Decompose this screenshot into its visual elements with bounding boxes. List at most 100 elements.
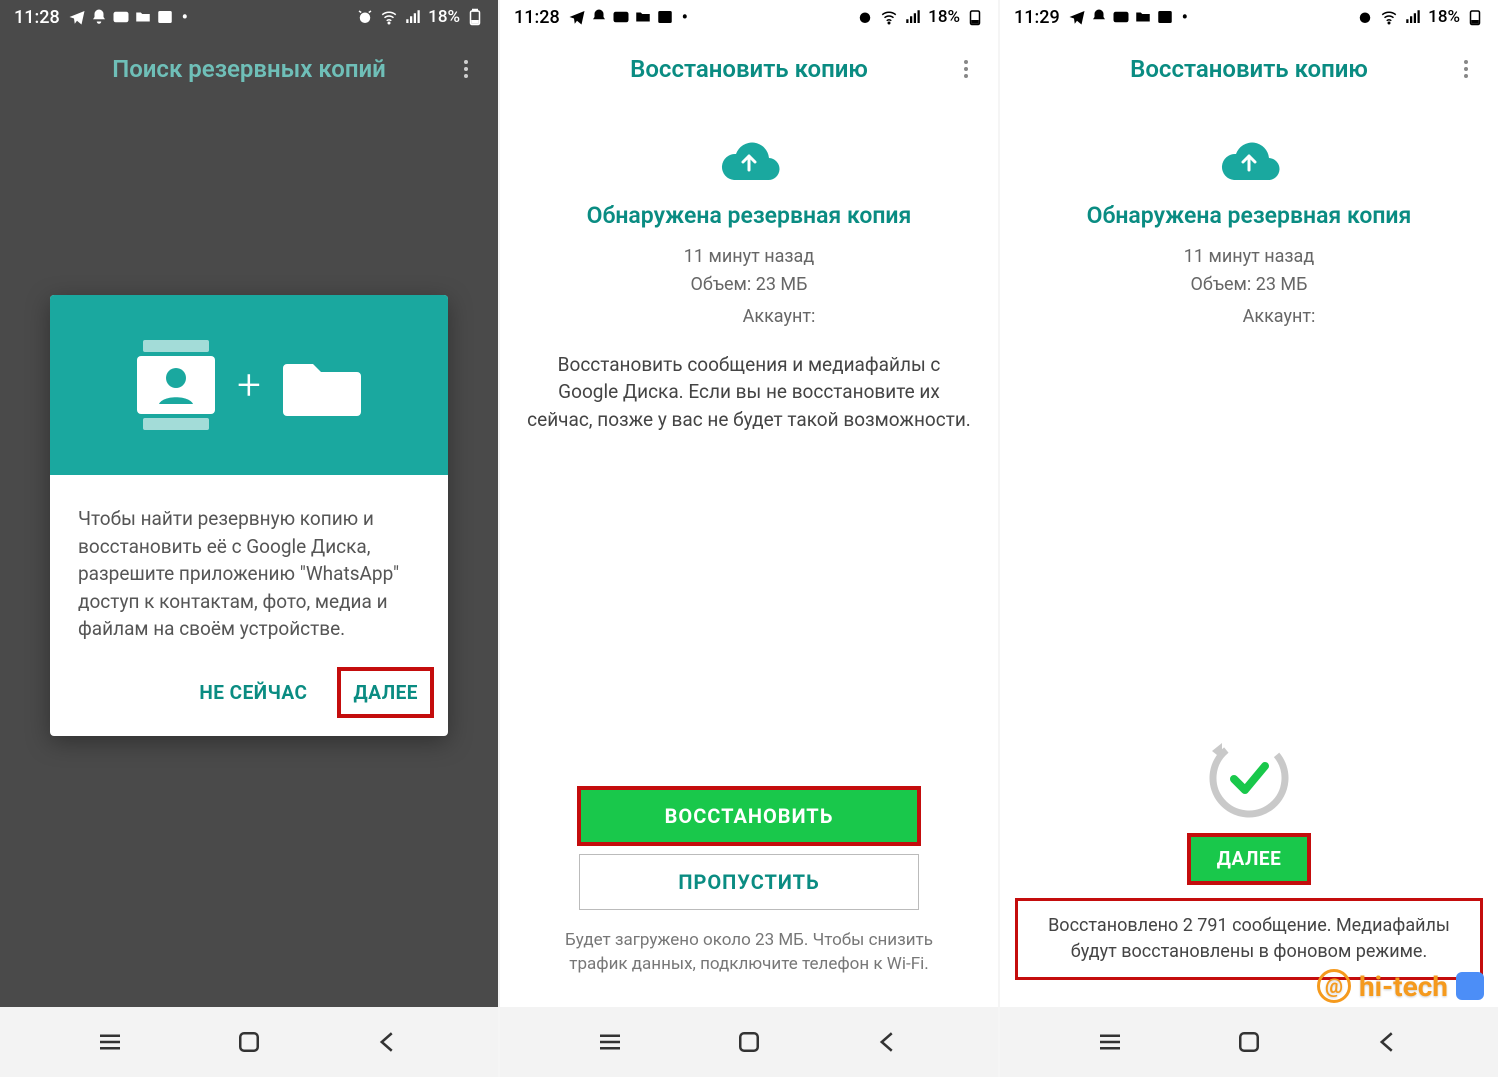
signal-icon xyxy=(404,8,422,26)
back-icon[interactable] xyxy=(373,1027,403,1057)
telegram-icon xyxy=(1068,8,1086,26)
contacts-stack-icon xyxy=(137,340,215,430)
app-header: Поиск резервных копий xyxy=(0,34,498,104)
overflow-menu[interactable] xyxy=(452,55,480,83)
youtube-icon xyxy=(1112,8,1130,26)
home-icon[interactable] xyxy=(1234,1027,1264,1057)
folder-icon xyxy=(134,8,152,26)
battery-text: 18% xyxy=(428,7,460,27)
page-title: Поиск резервных копий xyxy=(112,55,386,83)
back-icon[interactable] xyxy=(1373,1027,1403,1057)
restored-message: Восстановлено 2 791 сообщение. Медиафайл… xyxy=(1018,901,1480,977)
bell-icon xyxy=(90,8,108,26)
status-left-icons xyxy=(1068,8,1174,26)
next-button[interactable]: ДАЛЕЕ xyxy=(1189,835,1309,883)
status-left-icons xyxy=(68,8,174,26)
alarm-icon xyxy=(1356,8,1374,26)
more-indicator: • xyxy=(182,7,188,28)
recents-icon[interactable] xyxy=(95,1027,125,1057)
back-icon[interactable] xyxy=(873,1027,903,1057)
overflow-menu[interactable] xyxy=(1452,55,1480,83)
signal-icon xyxy=(904,8,922,26)
dialog-illustration: + xyxy=(50,295,448,475)
backup-account-label: Аккаунт: xyxy=(683,303,816,331)
status-bar: 11:28 • 18% xyxy=(0,0,498,34)
nav-bar xyxy=(1000,1007,1498,1077)
backup-desc: Восстановить сообщения и медиафайлы с Go… xyxy=(524,351,974,434)
cloud-upload-icon xyxy=(714,134,784,184)
backup-when: 11 минут назад xyxy=(1183,243,1316,271)
status-time: 11:28 xyxy=(14,7,60,28)
battery-text: 18% xyxy=(928,7,960,27)
image-icon xyxy=(656,8,674,26)
backup-when: 11 минут назад xyxy=(683,243,816,271)
cloud-upload-icon xyxy=(1214,134,1284,184)
recents-icon[interactable] xyxy=(595,1027,625,1057)
battery-icon xyxy=(966,8,984,26)
battery-icon xyxy=(466,8,484,26)
phone-screen-1: 11:28 • 18% Поиск резервных копий xyxy=(0,0,498,1077)
restore-button[interactable]: ВОССТАНОВИТЬ xyxy=(579,788,919,844)
status-bar: 11:29 • 18% xyxy=(1000,0,1498,34)
more-vert-icon xyxy=(454,57,478,81)
footer-note: Будет загружено около 23 МБ. Чтобы снизи… xyxy=(524,928,974,1007)
backup-meta: 11 минут назад Объем: 23 МБ Аккаунт: xyxy=(1183,243,1316,331)
wifi-icon xyxy=(1380,8,1398,26)
overflow-menu[interactable] xyxy=(952,55,980,83)
backup-size: Объем: 23 МБ xyxy=(683,271,816,299)
dialog-body: Чтобы найти резервную копию и восстанови… xyxy=(50,475,448,657)
phone-screen-3: 11:29 • 18% Восстановить копию xyxy=(1000,0,1498,1077)
permission-dialog: + Чтобы найти резервную копию и восстано… xyxy=(50,295,448,736)
page-title: Восстановить копию xyxy=(1130,55,1368,83)
battery-icon xyxy=(1466,8,1484,26)
status-time: 11:28 xyxy=(514,7,560,28)
telegram-icon xyxy=(68,8,86,26)
home-icon[interactable] xyxy=(234,1027,264,1057)
folder-icon xyxy=(1134,8,1152,26)
folder-icon xyxy=(634,8,652,26)
watermark: @ hi-tech xyxy=(1317,969,1484,1003)
alarm-icon xyxy=(856,8,874,26)
telegram-icon xyxy=(568,8,586,26)
more-vert-icon xyxy=(954,57,978,81)
more-indicator: • xyxy=(682,7,688,28)
backup-account-label: Аккаунт: xyxy=(1183,303,1316,331)
vk-icon xyxy=(1456,972,1484,1000)
folder-large-icon xyxy=(283,354,361,416)
phone-screen-2: 11:28 • 18% Восстановить копию xyxy=(500,0,998,1077)
alarm-icon xyxy=(356,8,374,26)
skip-button[interactable]: ПРОПУСТИТЬ xyxy=(579,854,919,910)
image-icon xyxy=(156,8,174,26)
more-indicator: • xyxy=(1182,7,1188,28)
backup-size: Объем: 23 МБ xyxy=(1183,271,1316,299)
signal-icon xyxy=(1404,8,1422,26)
bell-icon xyxy=(590,8,608,26)
recents-icon[interactable] xyxy=(1095,1027,1125,1057)
nav-bar xyxy=(0,1007,498,1077)
backup-found-title: Обнаружена резервная копия xyxy=(587,202,912,229)
youtube-icon xyxy=(112,8,130,26)
status-time: 11:29 xyxy=(1014,7,1060,28)
youtube-icon xyxy=(612,8,630,26)
not-now-button[interactable]: НЕ СЕЙЧАС xyxy=(185,669,321,716)
backup-meta: 11 минут назад Объем: 23 МБ Аккаунт: xyxy=(683,243,816,331)
status-bar: 11:28 • 18% xyxy=(500,0,998,34)
plus-icon: + xyxy=(237,361,261,410)
page-title: Восстановить копию xyxy=(630,55,868,83)
checkmark-circle-icon xyxy=(1206,735,1292,821)
nav-bar xyxy=(500,1007,998,1077)
status-left-icons xyxy=(568,8,674,26)
done-indicator xyxy=(1206,735,1292,821)
app-header: Восстановить копию xyxy=(500,34,998,104)
watermark-at-icon: @ xyxy=(1317,969,1351,1003)
more-vert-icon xyxy=(1454,57,1478,81)
watermark-text: hi-tech xyxy=(1359,970,1448,1003)
home-icon[interactable] xyxy=(734,1027,764,1057)
next-button[interactable]: ДАЛЕЕ xyxy=(339,669,432,716)
backup-found-title: Обнаружена резервная копия xyxy=(1087,202,1412,229)
image-icon xyxy=(1156,8,1174,26)
bell-icon xyxy=(1090,8,1108,26)
app-header: Восстановить копию xyxy=(1000,34,1498,104)
wifi-icon xyxy=(880,8,898,26)
wifi-icon xyxy=(380,8,398,26)
